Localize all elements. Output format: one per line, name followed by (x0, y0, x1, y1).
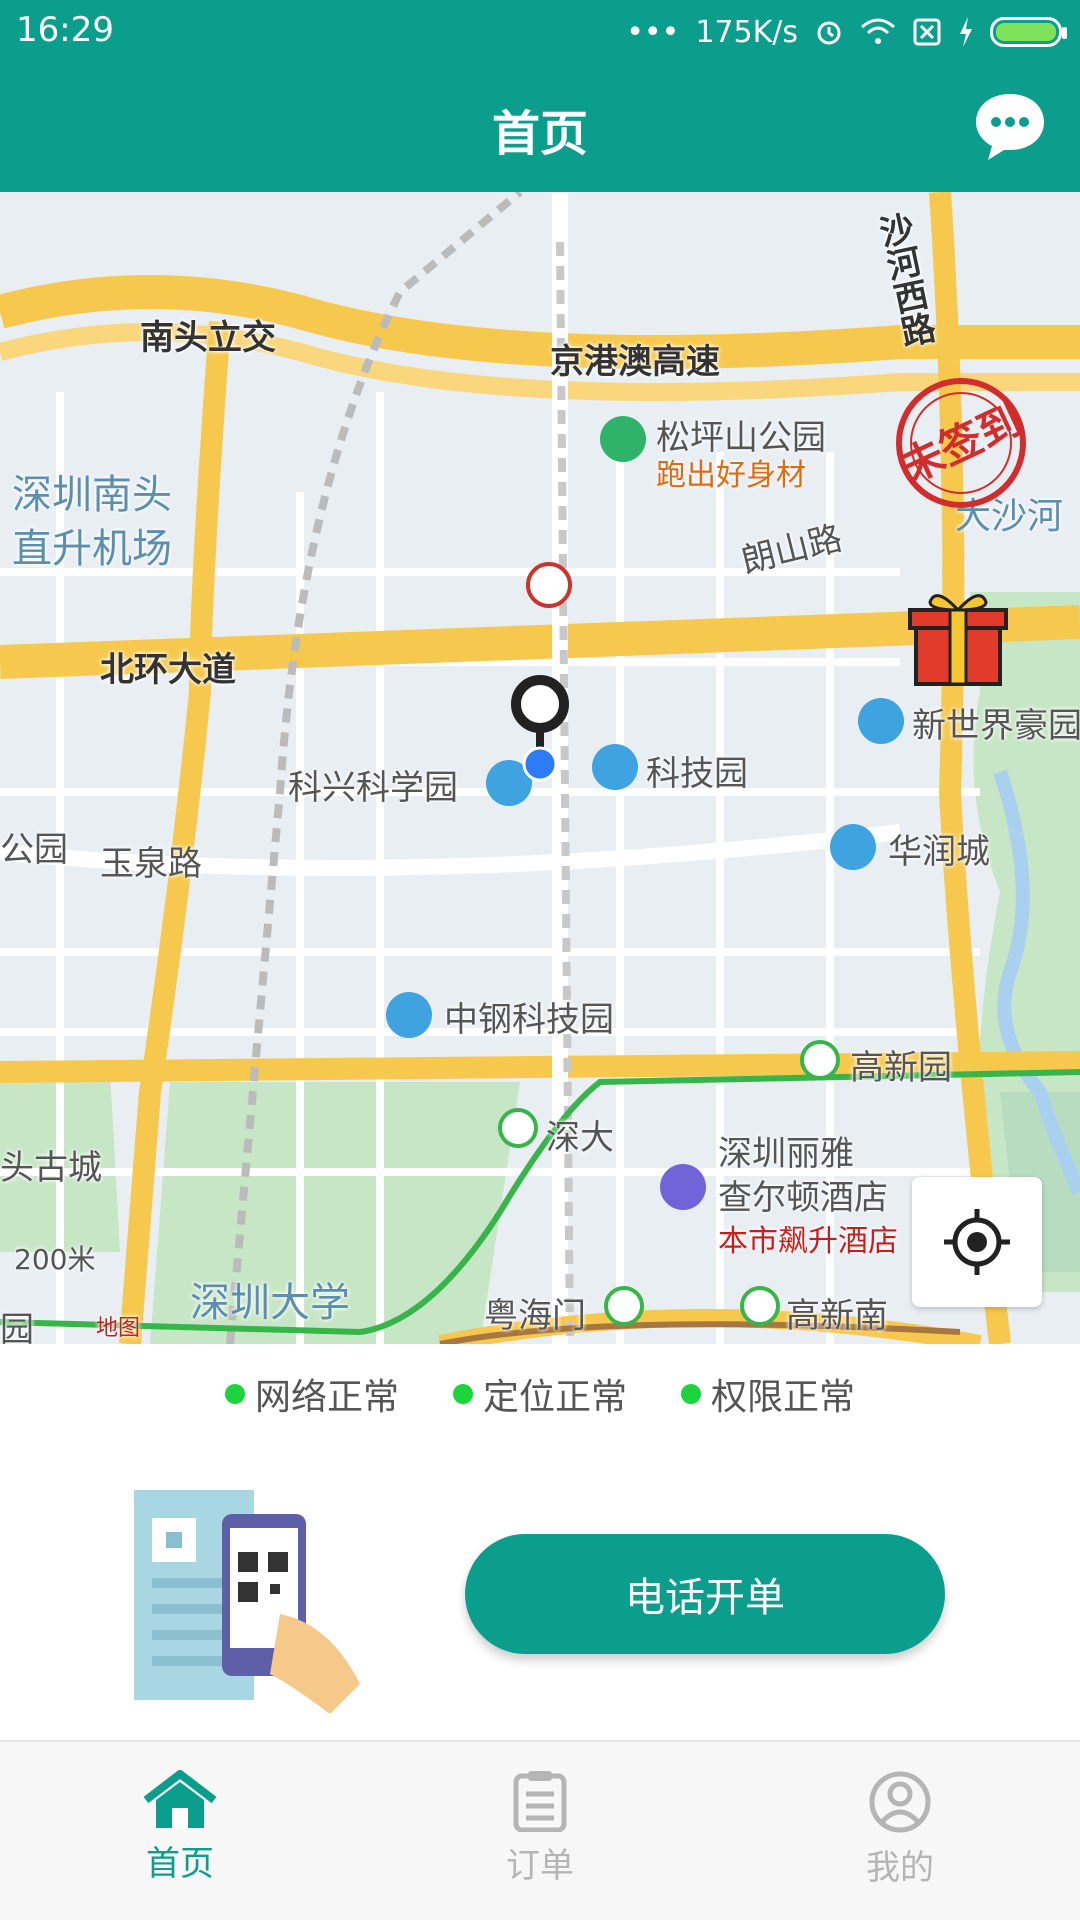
nav-item-home[interactable]: 首页 (0, 1742, 360, 1920)
not-signed-in-stamp[interactable]: 未签到 (876, 368, 1046, 518)
metro-station-icon[interactable] (604, 1286, 644, 1326)
map-label: 园 (0, 1310, 34, 1344)
message-icon[interactable] (970, 86, 1050, 166)
action-panel: 电话开单 (0, 1444, 1080, 1740)
map-label: 深圳大学 (190, 1280, 350, 1326)
home-icon (143, 1770, 217, 1828)
page-title: 首页 (491, 106, 588, 162)
map-label: 高新园 (850, 1048, 952, 1088)
status-icons: ••• 175K/s (626, 10, 1067, 54)
map-label: 深大 (546, 1118, 614, 1158)
nav-label: 首页 (146, 1844, 214, 1884)
nav-item-mine[interactable]: 我的 (720, 1742, 1080, 1920)
building-poi-icon[interactable] (386, 992, 432, 1038)
building-poi-icon[interactable] (858, 698, 904, 744)
building-poi-icon[interactable] (830, 824, 876, 870)
status-label: 网络正常 (254, 1377, 399, 1418)
scan-qr-illustration (134, 1490, 360, 1714)
alarm-icon (817, 21, 841, 45)
battery-icon (990, 17, 1067, 47)
user-profile-icon (869, 1771, 931, 1833)
status-dot-icon (681, 1384, 701, 1404)
nav-item-orders[interactable]: 订单 (360, 1742, 720, 1920)
nav-label: 我的 (866, 1848, 934, 1888)
map-label: 深圳南头 (12, 472, 172, 518)
phone-order-button[interactable]: 电话开单 (465, 1534, 945, 1654)
status-dot-icon (452, 1384, 473, 1404)
status-location: 定位正常 (452, 1368, 627, 1420)
wifi-icon (861, 18, 895, 44)
status-strip: 网络正常 定位正常 权限正常 (0, 1344, 1080, 1444)
charging-icon (960, 17, 972, 47)
status-bar: 16:29 ••• 175K/s (0, 0, 1080, 64)
map-logo: 地图 (96, 1316, 141, 1341)
status-network: 网络正常 (224, 1368, 399, 1420)
map-label: 华润城 (888, 832, 990, 872)
map-label: 科技园 (646, 754, 748, 794)
status-time: 16:29 (16, 10, 114, 50)
map-label: 公园 (0, 830, 68, 870)
metro-station-icon[interactable] (740, 1286, 780, 1326)
building-poi-icon[interactable] (592, 744, 638, 790)
status-dot-icon (224, 1384, 245, 1404)
metro-station-icon[interactable] (800, 1040, 840, 1080)
crosshair-icon (944, 1209, 1010, 1275)
locate-me-button[interactable] (912, 1177, 1042, 1307)
svg-text:未签到: 未签到 (894, 395, 1029, 493)
map-label: 直升机场 (12, 526, 172, 572)
map-label: 深圳丽雅 (718, 1134, 854, 1174)
gift-icon[interactable] (906, 586, 1010, 690)
map-label: 科兴科学园 (288, 768, 458, 808)
map-label: 头古城 (0, 1148, 102, 1188)
app-bar: 首页 (0, 64, 1080, 192)
nav-label: 订单 (506, 1846, 574, 1886)
hotel-poi-icon[interactable] (660, 1164, 706, 1210)
status-label: 权限正常 (711, 1377, 856, 1418)
bottom-nav: 首页 订单 我的 (0, 1740, 1080, 1920)
park-poi-icon[interactable] (600, 416, 646, 462)
map-label: 跑出好身材 (656, 458, 806, 493)
net-speed: 175K/s (695, 14, 798, 50)
current-location-pin-icon[interactable] (508, 674, 572, 784)
map-label: 粤海门 (484, 1296, 586, 1336)
metro-station-icon[interactable] (526, 562, 572, 608)
map-label: 中钢科技园 (444, 1000, 614, 1040)
map-label: 本市飙升酒店 (718, 1224, 898, 1259)
clipboard-icon (513, 1771, 567, 1832)
status-label: 定位正常 (482, 1377, 627, 1418)
map-label: 南头立交 (140, 318, 276, 358)
map-view[interactable]: 南头立交 京港澳高速 沙河西路 松坪山公园 跑出好身材 深圳南头 直升机场 朗山… (0, 192, 1080, 1344)
status-permission: 权限正常 (681, 1368, 855, 1420)
more-dots-icon: ••• (626, 14, 680, 50)
sim-icon (913, 18, 941, 46)
map-label: 高新南 (786, 1296, 888, 1336)
map-label: 查尔顿酒店 (718, 1178, 888, 1218)
map-scale: 200米 (14, 1243, 96, 1276)
map-label: 北环大道 (100, 650, 236, 690)
metro-station-icon[interactable] (498, 1108, 538, 1148)
map-label: 京港澳高速 (550, 342, 720, 382)
map-label: 新世界豪园 (912, 706, 1080, 746)
map-label: 玉泉路 (100, 844, 202, 884)
